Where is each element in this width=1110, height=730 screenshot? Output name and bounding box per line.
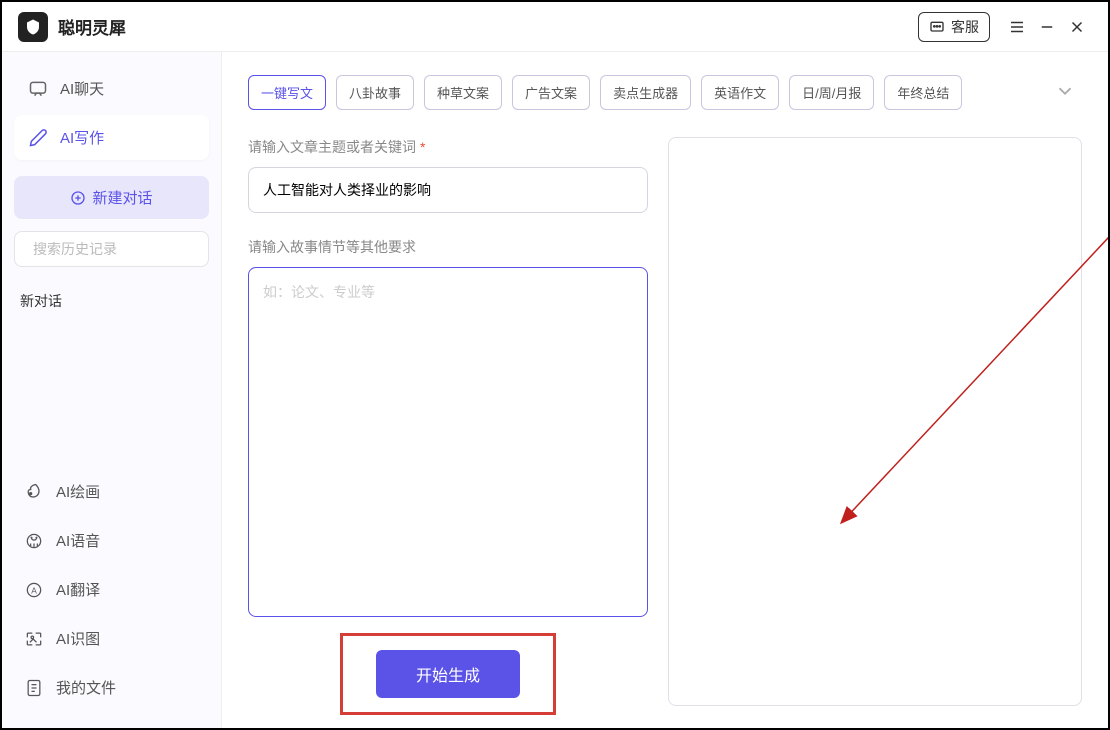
chevron-down-icon[interactable]	[1048, 74, 1082, 111]
sidebar-item-voice[interactable]: AI语音	[14, 518, 209, 563]
search-box[interactable]	[14, 231, 209, 267]
generate-highlight-box: 开始生成	[340, 633, 556, 715]
support-label: 客服	[951, 17, 979, 37]
extra-label: 请输入故事情节等其他要求	[248, 237, 648, 257]
topic-input[interactable]	[248, 167, 648, 213]
search-input[interactable]	[33, 241, 214, 257]
tab-yearend[interactable]: 年终总结	[884, 75, 962, 110]
sidebar-item-label: AI翻译	[56, 579, 100, 600]
sidebar-item-paint[interactable]: AI绘画	[14, 469, 209, 514]
tab-selling-point[interactable]: 卖点生成器	[600, 75, 691, 110]
tabs-row: 一键写文 八卦故事 种草文案 广告文案 卖点生成器 英语作文 日/周/月报 年终…	[248, 74, 1082, 111]
svg-text:A: A	[31, 585, 37, 595]
new-conversation-button[interactable]: 新建对话	[14, 176, 209, 219]
output-panel	[668, 137, 1082, 706]
minimize-icon[interactable]	[1032, 12, 1062, 42]
close-icon[interactable]	[1062, 12, 1092, 42]
new-conv-label: 新建对话	[92, 187, 152, 208]
topic-label: 请输入文章主题或者关键词*	[248, 137, 648, 157]
sidebar-item-label: AI写作	[60, 127, 104, 148]
sidebar: AI聊天 AI写作 新建对话 新对话 AI绘画 AI语音	[2, 52, 222, 728]
generate-button[interactable]: 开始生成	[376, 650, 520, 698]
sidebar-item-chat[interactable]: AI聊天	[14, 66, 209, 111]
sidebar-item-files[interactable]: 我的文件	[14, 665, 209, 710]
sidebar-item-label: AI绘画	[56, 481, 100, 502]
tab-quick-write[interactable]: 一键写文	[248, 75, 326, 110]
titlebar: 聪明灵犀 客服	[2, 2, 1108, 52]
sidebar-item-write[interactable]: AI写作	[14, 115, 209, 160]
tab-ad[interactable]: 广告文案	[512, 75, 590, 110]
support-button[interactable]: 客服	[918, 12, 990, 42]
app-title: 聪明灵犀	[58, 14, 126, 39]
app-logo	[18, 12, 48, 42]
tab-report[interactable]: 日/周/月报	[789, 75, 874, 110]
sidebar-item-label: AI语音	[56, 530, 100, 551]
sidebar-item-image[interactable]: AI识图	[14, 616, 209, 661]
sidebar-item-label: 我的文件	[56, 677, 116, 698]
tab-seeding[interactable]: 种草文案	[424, 75, 502, 110]
tab-gossip[interactable]: 八卦故事	[336, 75, 414, 110]
conversation-item[interactable]: 新对话	[14, 281, 209, 321]
sidebar-item-label: AI识图	[56, 628, 100, 649]
sidebar-item-label: AI聊天	[60, 78, 104, 99]
input-panel: 请输入文章主题或者关键词* 请输入故事情节等其他要求 开始生成	[248, 137, 648, 706]
tab-english[interactable]: 英语作文	[701, 75, 779, 110]
extra-textarea[interactable]	[248, 267, 648, 617]
menu-icon[interactable]	[1002, 12, 1032, 42]
main-content: 一键写文 八卦故事 种草文案 广告文案 卖点生成器 英语作文 日/周/月报 年终…	[222, 52, 1108, 728]
sidebar-item-translate[interactable]: A AI翻译	[14, 567, 209, 612]
